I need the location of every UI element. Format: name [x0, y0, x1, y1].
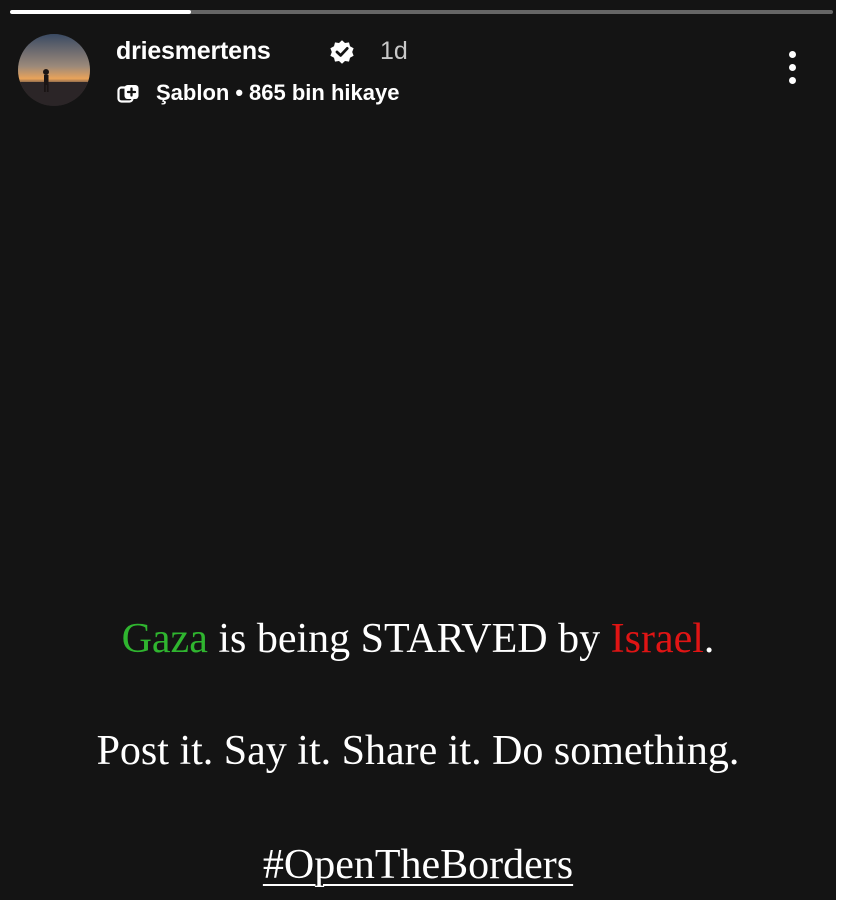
line-1-middle: is being STARVED by	[207, 616, 611, 662]
template-copy-icon	[117, 85, 139, 103]
username[interactable]: driesmertens	[116, 36, 271, 66]
hashtag-link[interactable]: #OpenTheBorders	[263, 842, 573, 888]
avatar-photo	[18, 34, 90, 106]
story-template-info[interactable]: Şablon • 865 bin hikaye	[156, 78, 399, 108]
more-vertical-icon	[789, 51, 796, 58]
story-text-line-2: Post it. Say it. Share it. Do something.	[96, 728, 740, 774]
verified-badge-icon	[330, 40, 354, 64]
highlight-israel: Israel	[610, 616, 704, 662]
story-progress-fill	[10, 10, 192, 14]
stories-count: 865 bin hikaye	[249, 80, 400, 105]
more-vertical-icon	[789, 64, 796, 71]
story-viewer: driesmertens 1d Şablon • 865 bin hikaye Ga…	[0, 0, 836, 900]
separator-dot: •	[235, 80, 244, 105]
template-label: Şablon	[156, 80, 230, 105]
line-1-end: .	[703, 616, 715, 662]
more-vertical-icon	[789, 77, 796, 84]
avatar[interactable]	[18, 34, 90, 106]
story-text-line-3: #OpenTheBorders	[0, 838, 836, 892]
more-options-button[interactable]	[779, 48, 807, 88]
story-progress-bar	[10, 10, 833, 14]
story-time-ago: 1d	[380, 37, 408, 65]
highlight-gaza: Gaza	[121, 616, 208, 662]
page-edge	[836, 0, 841, 900]
story-text-line-1: Gaza is being STARVED by Israel.	[0, 612, 836, 666]
